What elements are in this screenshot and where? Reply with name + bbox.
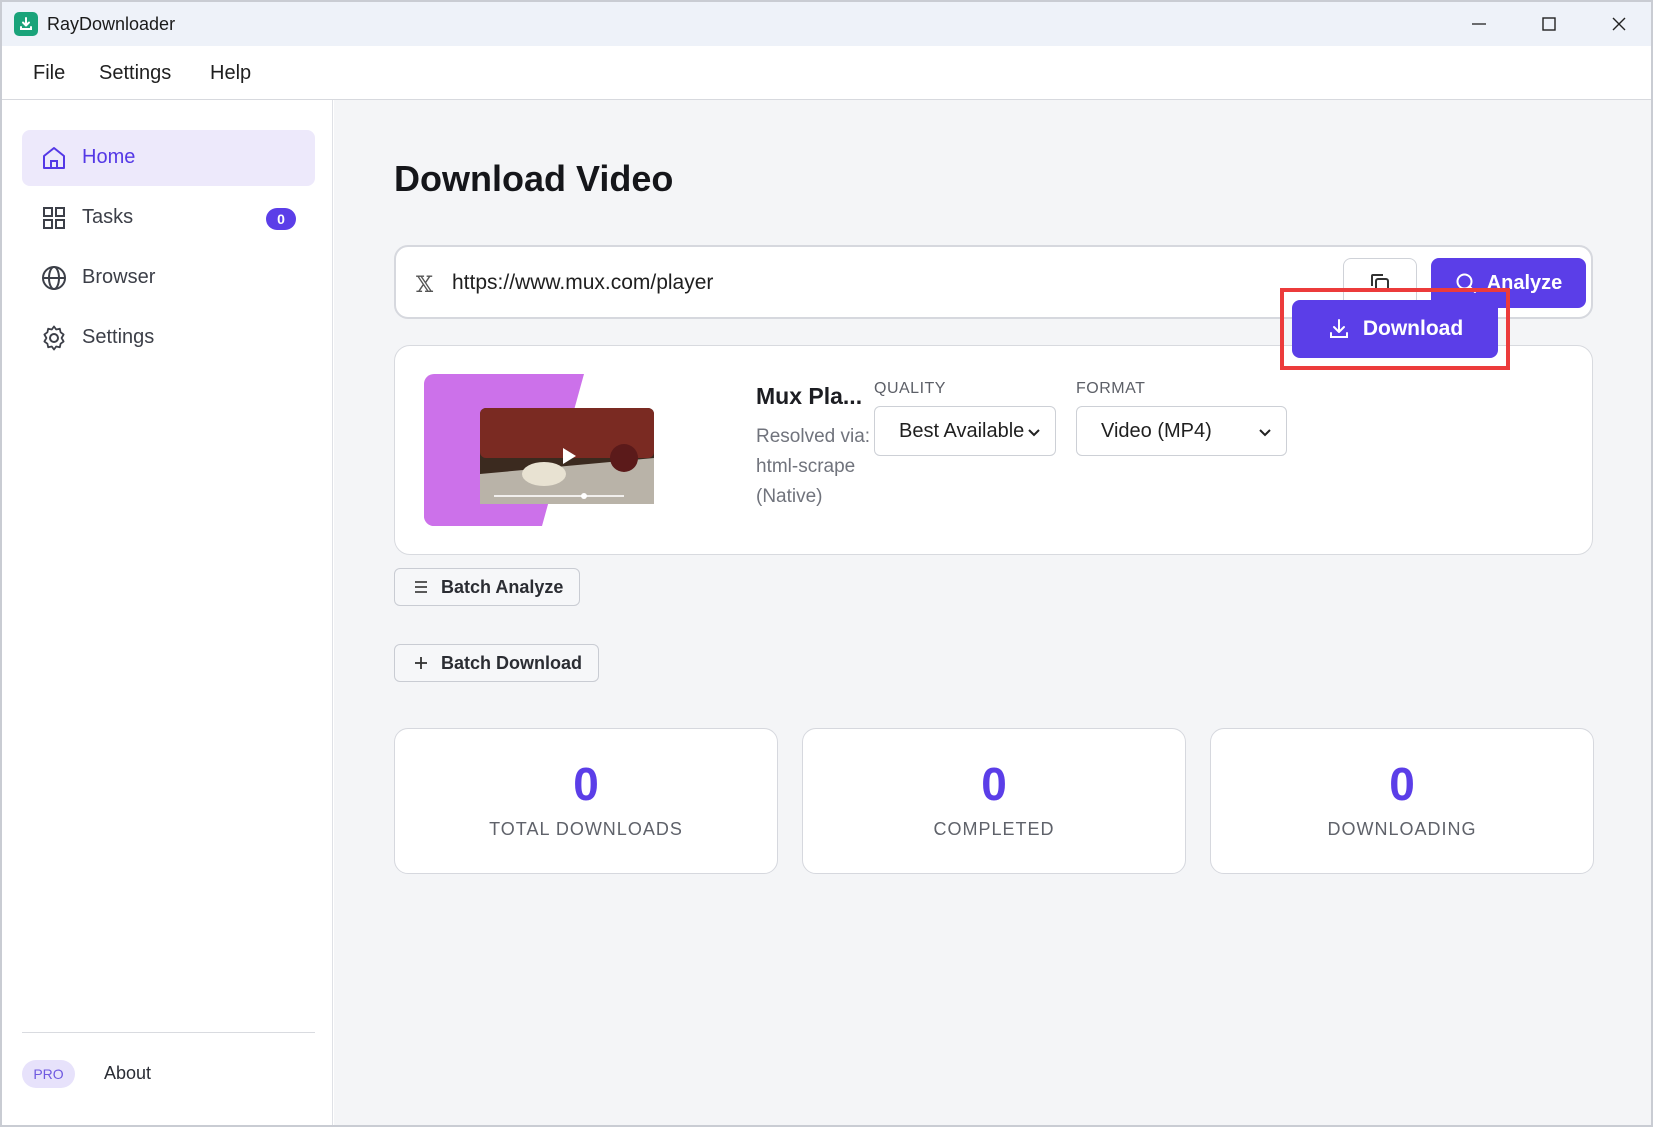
gear-icon: [43, 325, 65, 351]
sidebar-item-home[interactable]: Home: [22, 130, 315, 186]
stat-label: TOTAL DOWNLOADS: [489, 819, 683, 839]
sidebar-item-label: Settings: [82, 326, 155, 348]
menu-file[interactable]: File: [33, 62, 65, 85]
format-label: FORMAT: [1076, 380, 1146, 397]
list-icon: [415, 581, 427, 593]
quality-value: Best Available: [899, 419, 1025, 442]
sidebar-divider: [22, 1032, 315, 1033]
plus-icon: [415, 657, 427, 669]
video-card: Mux Pla... Resolved via: html-scrape (Na…: [394, 345, 1593, 555]
download-button[interactable]: Download: [1292, 300, 1498, 358]
chevron-down-icon: [1028, 429, 1040, 437]
maximize-button[interactable]: [1516, 2, 1582, 46]
about-link[interactable]: About: [104, 1063, 151, 1084]
video-thumbnail[interactable]: [424, 374, 674, 526]
download-icon: [1329, 319, 1348, 338]
batch-download-label: Batch Download: [441, 652, 583, 673]
sidebar-item-browser[interactable]: Browser: [22, 250, 315, 306]
sidebar-item-label: Home: [82, 146, 136, 168]
app-window: RayDownloader File Settings Help Home Ta…: [0, 0, 1653, 1127]
quality-select[interactable]: Best Available: [874, 406, 1056, 456]
video-title: Mux Pla...: [756, 383, 863, 409]
tasks-count-badge: 0: [266, 208, 296, 230]
page-title: Download Video: [394, 158, 674, 199]
sidebar-item-tasks[interactable]: Tasks 0: [22, 190, 315, 246]
maximize-icon: [1542, 17, 1556, 31]
batch-analyze-button[interactable]: Batch Analyze: [394, 568, 581, 606]
format-value: Video (MP4): [1101, 419, 1212, 442]
batch-download-button[interactable]: Batch Download: [394, 644, 600, 682]
quality-label: QUALITY: [874, 380, 946, 397]
chevron-down-icon: [1259, 429, 1271, 437]
batch-analyze-label: Batch Analyze: [441, 576, 564, 597]
sidebar-item-label: Browser: [82, 266, 156, 288]
stat-value: 0: [573, 758, 599, 810]
video-resolved-via: Resolved via: html-scrape (Native): [756, 426, 871, 507]
url-input[interactable]: [452, 267, 1332, 299]
format-select[interactable]: Video (MP4): [1076, 406, 1287, 456]
stat-value: 0: [1389, 758, 1415, 810]
title-bar: RayDownloader: [2, 2, 1651, 46]
stat-value: 0: [981, 758, 1007, 810]
grid-icon: [43, 207, 65, 229]
stat-card-total: 0 TOTAL DOWNLOADS: [394, 728, 778, 874]
app-logo-icon: [14, 12, 38, 36]
menu-bar: File Settings Help: [2, 46, 1651, 100]
menu-help[interactable]: Help: [210, 62, 251, 85]
stat-label: DOWNLOADING: [1327, 819, 1477, 839]
download-label: Download: [1362, 317, 1464, 340]
stat-card-downloading: 0 DOWNLOADING: [1210, 728, 1594, 874]
sidebar: Home Tasks 0 Browser Settings PRO About: [2, 100, 333, 1125]
pro-badge: PRO: [22, 1060, 75, 1088]
app-title: RayDownloader: [47, 14, 176, 34]
stat-label: COMPLETED: [933, 819, 1055, 839]
globe-icon: [42, 266, 66, 290]
minimize-button[interactable]: [1446, 2, 1512, 46]
close-button[interactable]: [1586, 2, 1651, 46]
x-logo-icon: 𝕏: [416, 273, 434, 298]
sidebar-item-settings[interactable]: Settings: [22, 310, 315, 366]
menu-settings[interactable]: Settings: [99, 62, 171, 85]
home-icon: [43, 147, 65, 169]
sidebar-item-label: Tasks: [82, 206, 134, 228]
stat-card-completed: 0 COMPLETED: [802, 728, 1186, 874]
main-content: Download Video 𝕏 Analyze: [334, 100, 1651, 1125]
close-icon: [1612, 17, 1626, 31]
minimize-icon: [1472, 23, 1486, 25]
